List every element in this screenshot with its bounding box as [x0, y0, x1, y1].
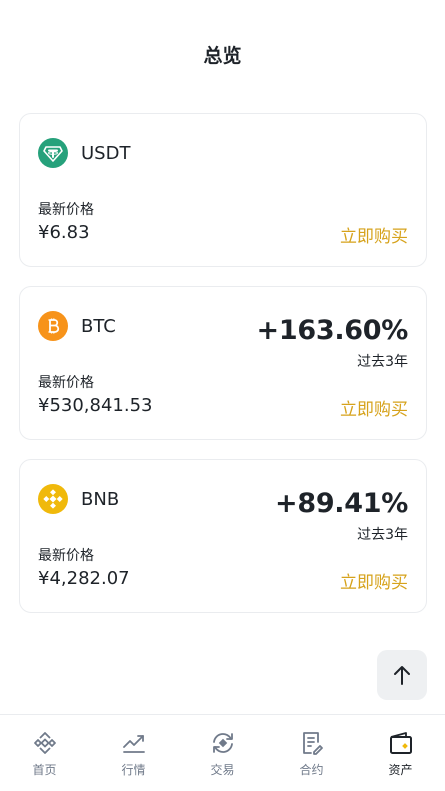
- buy-now-button[interactable]: 立即购买: [340, 395, 408, 420]
- scroll-to-top-button[interactable]: [377, 650, 427, 700]
- change-period: 过去3年: [357, 527, 408, 543]
- change-period: 过去3年: [357, 354, 408, 370]
- home-icon: [31, 729, 59, 757]
- coin-name: BNB: [81, 488, 120, 510]
- buy-now-button[interactable]: 立即购买: [340, 568, 408, 593]
- tab-futures[interactable]: 合约: [267, 715, 356, 791]
- price-label: 最新价格: [38, 202, 94, 218]
- tab-label: 资产: [388, 763, 413, 777]
- price-value: ¥4,282.07: [38, 568, 130, 589]
- tab-home[interactable]: 首页: [0, 715, 89, 791]
- futures-icon: [298, 729, 326, 757]
- coin-row: BTC: [38, 311, 116, 341]
- coin-row: BNB: [38, 484, 119, 514]
- tab-markets[interactable]: 行情: [89, 715, 178, 791]
- tab-label: 行情: [121, 763, 146, 777]
- coin-name: BTC: [81, 315, 116, 337]
- bnb-icon: [38, 484, 68, 514]
- bitcoin-icon: [38, 311, 68, 341]
- tab-label: 合约: [299, 763, 324, 777]
- bottom-tab-bar: 首页 行情 交易 合约 资产: [0, 714, 445, 791]
- price-change-percent: +163.60%: [256, 315, 409, 346]
- buy-now-button[interactable]: 立即购买: [340, 222, 408, 247]
- coin-row: USDT: [38, 138, 130, 168]
- asset-card-btc[interactable]: BTC +163.60% 过去3年 最新价格 ¥530,841.53 立即购买: [19, 286, 427, 440]
- coin-name: USDT: [81, 142, 131, 164]
- wallet-icon: [387, 729, 415, 757]
- asset-card-usdt[interactable]: USDT 最新价格 ¥6.83 立即购买: [19, 113, 427, 267]
- price-value: ¥530,841.53: [38, 395, 153, 416]
- price-change-percent: +89.41%: [275, 488, 408, 519]
- arrow-up-icon: [394, 666, 410, 685]
- price-label: 最新价格: [38, 548, 94, 564]
- price-value: ¥6.83: [38, 222, 90, 243]
- page-title: 总览: [203, 44, 242, 67]
- tab-assets[interactable]: 资产: [356, 715, 445, 791]
- asset-card-bnb[interactable]: BNB +89.41% 过去3年 最新价格 ¥4,282.07 立即购买: [19, 459, 427, 613]
- price-label: 最新价格: [38, 375, 94, 391]
- markets-icon: [120, 729, 148, 757]
- tether-icon: [38, 138, 68, 168]
- trade-icon: [209, 729, 237, 757]
- tab-label: 首页: [32, 763, 57, 777]
- header: 总览: [0, 0, 445, 108]
- app-screen: 总览 USDT 最新价格 ¥6.83 立即购买 BTC +163.60% 过去3…: [0, 0, 445, 791]
- tab-trade[interactable]: 交易: [178, 715, 267, 791]
- tab-label: 交易: [210, 763, 235, 777]
